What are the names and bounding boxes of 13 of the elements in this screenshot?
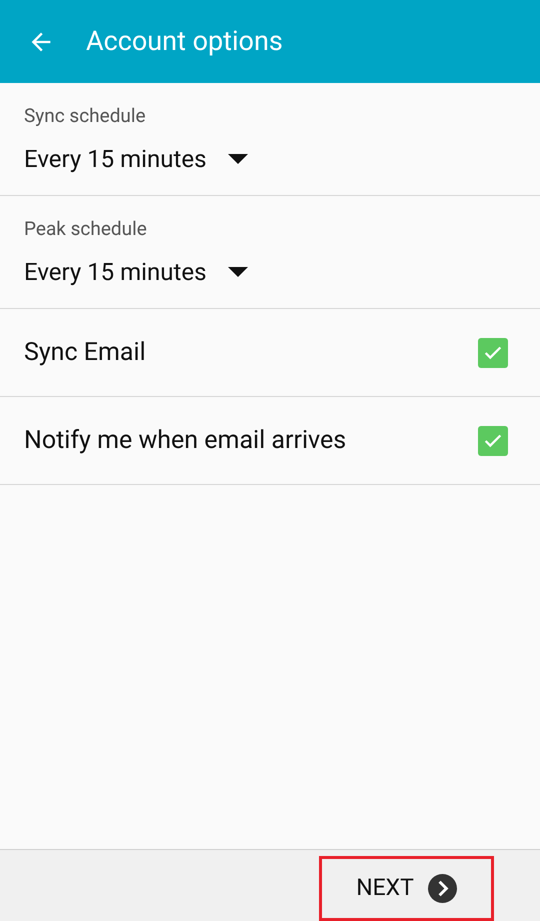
next-button[interactable]: NEXT [350, 867, 463, 910]
toggle-label: Sync Email [24, 336, 146, 369]
chevron-right-icon [428, 874, 457, 903]
setting-label: Sync schedule [24, 103, 147, 129]
setting-label: Peak schedule [24, 216, 148, 242]
caret-icon [228, 266, 248, 276]
toggle-label: Notify me when email arrives [24, 424, 346, 457]
caret-icon [228, 154, 248, 164]
schedule-dropdown[interactable]: Every 15 minutes [24, 140, 248, 176]
checkbox[interactable] [478, 426, 508, 456]
checkbox[interactable] [478, 338, 508, 368]
schedule-dropdown[interactable]: Every 15 minutes [24, 254, 248, 290]
screen-title: Account options [86, 24, 283, 60]
